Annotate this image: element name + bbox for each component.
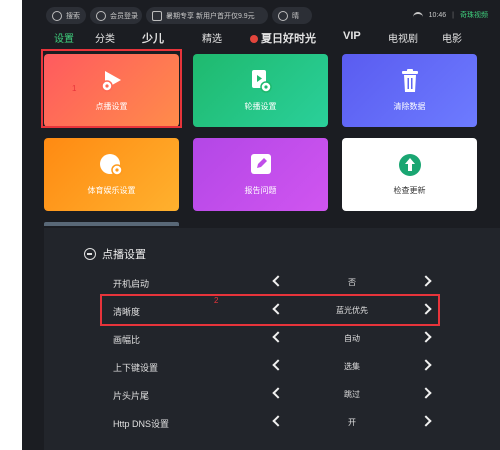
tab-movies[interactable]: 电影 [442,30,462,45]
setting-row-boot[interactable]: 开机启动 否 [44,269,500,297]
tab-vip[interactable]: VIP [343,30,361,42]
setting-label: 上下键设置 [113,363,159,373]
promo-label: 暑期专享 新用户首开仅9.9元 [166,12,255,20]
tile-label: 清除数据 [393,102,426,111]
member-login-pill[interactable]: 会员登录 [90,7,142,24]
highlight-box-2 [100,294,440,326]
tile-sports-settings[interactable]: 体育娱乐设置 [44,138,179,211]
weather-pill: 晴 [272,7,312,24]
tile-strip [44,222,179,226]
panel-title-text: 点播设置 [102,249,146,261]
weather-icon [278,10,288,21]
tab-category[interactable]: 分类 [95,30,115,45]
chevron-right-icon[interactable] [420,275,432,287]
search-icon [52,10,62,21]
tab-summer-label: 夏日好时光 [261,33,316,45]
back-icon[interactable] [84,248,96,260]
tab-settings[interactable]: 设置 [54,30,74,45]
tile-label: 轮播设置 [244,102,277,111]
tab-featured[interactable]: 精选 [202,30,222,45]
status-bar: 搜索 会员登录 暑期专享 新用户首开仅9.9元 晴 10:46 | 奇珠视频 [22,7,500,25]
tile-report-issue[interactable]: 报告问题 [193,138,328,211]
tile-check-update[interactable]: 检查更新 [342,138,477,211]
user-icon [96,10,106,21]
edit-report-icon [248,153,274,177]
chevron-right-icon[interactable] [420,387,432,399]
setting-label: 画幅比 [113,335,141,345]
member-label: 会员登录 [110,12,138,20]
highlight-box-1 [41,49,182,128]
top-nav: 设置 分类 少儿 精选 夏日好时光 VIP 电视剧 电影 [22,30,500,48]
setting-row-httpdns[interactable]: Http DNS设置 开 [44,409,500,437]
setting-value: 选集 [344,362,360,371]
setting-value: 开 [348,418,356,427]
promo-pill[interactable]: 暑期专享 新用户首开仅9.9元 [146,7,268,24]
chevron-right-icon[interactable] [420,359,432,371]
chevron-left-icon[interactable] [272,331,284,343]
vod-settings-panel: 点播设置 开机启动 否 清晰度 蓝光优先 画幅比 自动 上下键设置 选集 片头片… [44,228,500,450]
status-divider: | [452,11,454,19]
trash-icon [397,69,423,93]
chevron-right-icon[interactable] [420,331,432,343]
setting-label: 开机启动 [113,279,150,289]
tile-label: 报告问题 [244,186,277,195]
tile-clear-data[interactable]: 清除数据 [342,54,477,127]
setting-row-intro-outro[interactable]: 片头片尾 跳过 [44,381,500,409]
crown-icon [152,10,162,21]
tile-carousel-settings[interactable]: 轮播设置 [193,54,328,127]
setting-value: 否 [348,278,356,287]
upload-arrow-icon [397,153,423,177]
setting-row-aspect[interactable]: 画幅比 自动 [44,325,500,353]
setting-label: 片头片尾 [113,391,150,401]
chevron-left-icon[interactable] [272,359,284,371]
wifi-icon [412,11,423,19]
carousel-gear-icon [248,69,274,93]
chevron-left-icon[interactable] [272,415,284,427]
tab-summer[interactable]: 夏日好时光 [250,30,316,46]
tile-label: 体育娱乐设置 [87,186,136,195]
weather-label: 晴 [292,12,299,20]
search-pill[interactable]: 搜索 [46,7,86,24]
brand-name: 奇珠视频 [460,12,488,19]
status-right: 10:46 | 奇珠视频 [412,10,488,20]
sports-gear-icon [99,153,125,177]
annotation-2: 2 [214,296,219,305]
tab-kids[interactable]: 少儿 [142,30,164,46]
tile-label: 检查更新 [393,186,426,195]
search-label: 搜索 [66,12,80,20]
setting-value: 自动 [344,334,360,343]
panel-title[interactable]: 点播设置 [84,246,146,262]
tab-tv-series[interactable]: 电视剧 [388,30,418,45]
watermelon-icon [250,35,258,43]
annotation-1: 1 [72,84,77,93]
settings-screen: 搜索 会员登录 暑期专享 新用户首开仅9.9元 晴 10:46 | 奇珠视频 设… [22,0,500,450]
chevron-left-icon[interactable] [272,387,284,399]
setting-value: 跳过 [344,390,360,399]
clock: 10:46 [428,11,447,19]
setting-row-updown[interactable]: 上下键设置 选集 [44,353,500,381]
setting-label: Http DNS设置 [113,419,170,429]
chevron-left-icon[interactable] [272,275,284,287]
chevron-right-icon[interactable] [420,415,432,427]
